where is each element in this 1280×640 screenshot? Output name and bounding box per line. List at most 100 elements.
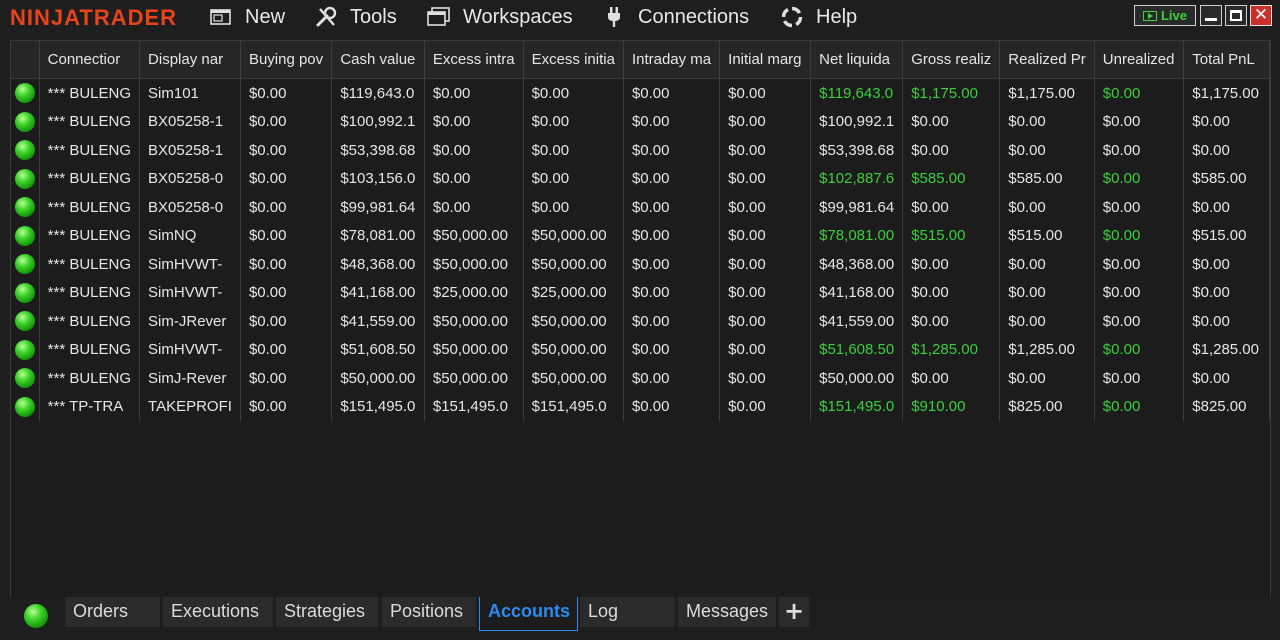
table-cell: $51,608.50 xyxy=(331,335,425,364)
tab-strategies[interactable]: Strategies xyxy=(276,597,378,627)
status-led-icon xyxy=(14,111,35,132)
tab-executions[interactable]: Executions xyxy=(163,597,273,627)
close-button[interactable]: ✕ xyxy=(1250,5,1272,26)
table-cell: $0.00 xyxy=(1183,250,1270,279)
status-led-icon xyxy=(14,368,35,389)
table-cell: $0.00 xyxy=(719,78,812,108)
status-column-header[interactable] xyxy=(11,41,40,79)
column-header[interactable]: Intraday ma xyxy=(623,41,721,79)
table-cell: $41,559.00 xyxy=(810,307,904,336)
table-cell: $0.00 xyxy=(902,107,1001,136)
table-row[interactable]: *** BULENG SimNQ $0.00 $78,081.00 $50,000.00… xyxy=(11,221,1270,250)
table-cell: $50,000.00 xyxy=(424,307,524,336)
table-cell: $0.00 xyxy=(1183,364,1270,393)
table-row[interactable]: *** BULENG BX05258-1 $0.00 $53,398.68 $0.00 $… xyxy=(11,136,1270,165)
table-cell: $48,368.00 xyxy=(810,250,904,279)
table-cell: $0.00 xyxy=(1094,278,1185,307)
tools-icon xyxy=(314,6,338,28)
status-led-icon xyxy=(14,339,35,360)
table-cell: $0.00 xyxy=(1094,250,1185,279)
table-cell: $78,081.00 xyxy=(331,221,425,250)
table-cell: $910.00 xyxy=(902,392,1001,421)
column-header[interactable]: Unrealized xyxy=(1094,41,1185,79)
menu-help[interactable]: Help xyxy=(780,4,857,30)
column-header[interactable]: Buying pov xyxy=(240,41,333,79)
status-led-icon xyxy=(14,311,35,332)
maximize-button[interactable] xyxy=(1225,5,1247,26)
table-row[interactable]: *** BULENG SimJ-Rever $0.00 $50,000.00 $50,0… xyxy=(11,364,1270,393)
table-row[interactable]: *** TP-TRA TAKEPROFI $0.00 $151,495.0 $151,4… xyxy=(11,392,1270,421)
menu-new[interactable]: New xyxy=(209,4,285,30)
table-cell: $25,000.00 xyxy=(523,278,624,307)
column-header[interactable]: Net liquida xyxy=(810,41,904,79)
table-row[interactable]: *** BULENG SimHVWT- $0.00 $48,368.00 $50,000… xyxy=(11,250,1270,279)
table-cell: *** BULENG xyxy=(39,78,141,108)
table-row[interactable]: *** BULENG BX05258-0 $0.00 $103,156.0 $0.00 $… xyxy=(11,164,1270,193)
connection-status-indicator xyxy=(24,604,48,628)
table-cell: $0.00 xyxy=(719,278,812,307)
column-header[interactable]: Initial marg xyxy=(719,41,812,79)
column-header[interactable]: Gross realiz xyxy=(902,41,1001,79)
add-tab-button[interactable]: + xyxy=(779,597,809,627)
table-cell: $0.00 xyxy=(1094,364,1185,393)
plus-icon: + xyxy=(783,597,805,625)
table-cell: $0.00 xyxy=(523,164,624,193)
table-cell: $0.00 xyxy=(902,364,1001,393)
column-header[interactable]: Cash value xyxy=(331,41,425,79)
table-row[interactable]: *** BULENG Sim-JRever $0.00 $41,559.00 $50,0… xyxy=(11,307,1270,336)
table-cell: $0.00 xyxy=(240,164,333,193)
menu-bar: NINJATRADER New Tools Workspaces Connect… xyxy=(0,0,1280,34)
table-cell: $0.00 xyxy=(999,307,1095,336)
live-label: Live xyxy=(1160,8,1187,23)
tab-log-label: Log xyxy=(588,601,619,621)
table-row[interactable]: *** BULENG BX05258-0 $0.00 $99,981.64 $0.00 $… xyxy=(11,193,1270,222)
table-cell: $51,608.50 xyxy=(810,335,904,364)
column-header[interactable]: Connectior xyxy=(39,41,141,79)
table-cell: $50,000.00 xyxy=(424,364,524,393)
play-icon xyxy=(1142,10,1157,21)
table-cell: $0.00 xyxy=(902,193,1001,222)
live-button[interactable]: Live xyxy=(1134,5,1196,26)
table-cell: $0.00 xyxy=(240,78,333,108)
table-cell: $0.00 xyxy=(719,164,812,193)
status-led-icon xyxy=(14,225,35,246)
menu-workspaces[interactable]: Workspaces xyxy=(427,4,573,30)
table-cell: $0.00 xyxy=(1094,221,1185,250)
table-cell: $0.00 xyxy=(719,221,812,250)
table-row[interactable]: *** BULENG SimHVWT- $0.00 $41,168.00 $25,000… xyxy=(11,278,1270,307)
table-cell: $0.00 xyxy=(523,136,624,165)
tab-messages[interactable]: Messages xyxy=(678,597,776,627)
column-header[interactable]: Total PnL xyxy=(1183,41,1270,79)
table-cell: $99,981.64 xyxy=(810,193,904,222)
workspaces-icon xyxy=(427,6,451,28)
table-cell: $0.00 xyxy=(240,278,333,307)
tab-log[interactable]: Log xyxy=(580,597,675,627)
table-cell: $0.00 xyxy=(424,136,524,165)
table-row[interactable]: *** BULENG Sim101 $0.00 $119,643.0 $0.00 $0.0… xyxy=(11,78,1270,108)
column-header[interactable]: Excess initia xyxy=(523,41,624,79)
table-row[interactable]: *** BULENG SimHVWT- $0.00 $51,608.50 $50,000… xyxy=(11,335,1270,364)
table-cell: *** BULENG xyxy=(39,250,141,279)
tab-positions[interactable]: Positions xyxy=(382,597,476,627)
tab-orders[interactable]: Orders xyxy=(65,597,160,627)
connection-status-cell xyxy=(11,250,40,279)
table-cell: $0.00 xyxy=(623,250,721,279)
table-cell: $0.00 xyxy=(240,335,333,364)
menu-tools[interactable]: Tools xyxy=(314,4,397,30)
status-led-icon xyxy=(14,168,35,189)
connection-status-cell xyxy=(11,364,40,393)
column-header[interactable]: Display nar xyxy=(139,41,241,79)
column-header[interactable]: Excess intra xyxy=(424,41,524,79)
table-cell: $41,168.00 xyxy=(810,278,904,307)
table-cell: $0.00 xyxy=(999,250,1095,279)
menu-connections[interactable]: Connections xyxy=(602,4,749,30)
table-cell: $0.00 xyxy=(240,307,333,336)
table-row[interactable]: *** BULENG BX05258-1 $0.00 $100,992.1 $0.00 $… xyxy=(11,107,1270,136)
help-ring-icon xyxy=(780,6,804,28)
minimize-button[interactable] xyxy=(1200,5,1222,26)
table-cell: $0.00 xyxy=(240,136,333,165)
column-header[interactable]: Realized Pr xyxy=(999,41,1095,79)
table-cell: $0.00 xyxy=(424,78,524,108)
table-cell: $0.00 xyxy=(623,221,721,250)
tab-accounts[interactable]: Accounts xyxy=(479,597,578,631)
